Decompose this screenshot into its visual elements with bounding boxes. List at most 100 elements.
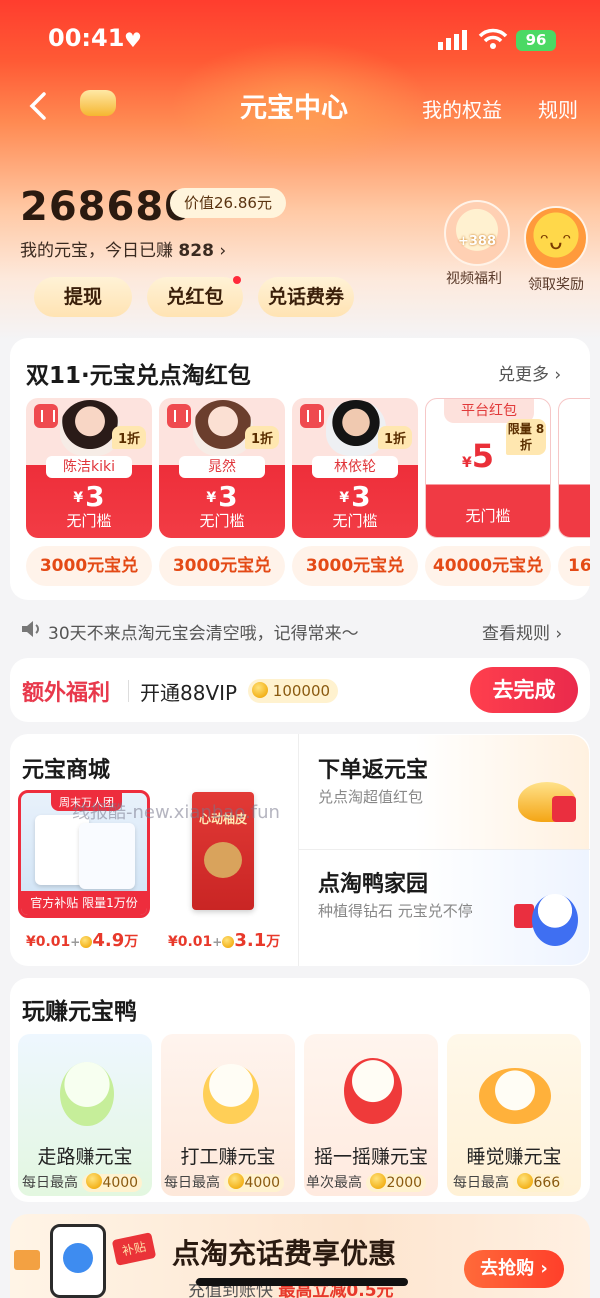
- mall-title[interactable]: 元宝商城: [22, 752, 110, 784]
- go-complete-button[interactable]: 去完成: [470, 667, 578, 713]
- coin-icon: [370, 1173, 387, 1189]
- packet-condition: 无门槛: [465, 507, 511, 525]
- smiley-coin-icon: ᵔᴗᵔ: [540, 230, 572, 255]
- coin-icon: [228, 1173, 245, 1189]
- extra-reward-badge: 100000: [248, 679, 339, 703]
- extra-reward-amount: 100000: [272, 682, 331, 700]
- coin-icon: [80, 936, 93, 948]
- redeem-redpacket-button[interactable]: 兑红包: [147, 276, 243, 317]
- redpacket-card-partial[interactable]: [558, 398, 590, 538]
- task-name: 打工赚元宝: [180, 1146, 276, 1168]
- chevron-right-icon: ›: [540, 1258, 548, 1279]
- redpacket-card[interactable]: 1折 陈洁kiki ¥3 无门槛: [26, 398, 152, 538]
- home-indicator[interactable]: [196, 1278, 408, 1286]
- subsidy-badge: 官方补贴 限量1万份: [21, 891, 147, 915]
- banner-title: 点淘充话费享优惠: [172, 1237, 397, 1270]
- speaker-icon: [20, 618, 42, 644]
- product-price: ¥0.01+ 3.1万: [168, 930, 281, 951]
- redpacket-card[interactable]: 1折 林依轮 ¥3 无门槛: [292, 398, 418, 538]
- currency-symbol: ¥: [206, 490, 217, 506]
- grab-deal-button[interactable]: 去抢购 ›: [464, 1250, 564, 1288]
- host-avatar: [193, 400, 253, 456]
- play-earn-title: 玩赚元宝鸭: [22, 999, 137, 1025]
- my-rights-link[interactable]: 我的权益: [422, 94, 502, 123]
- video-bonus-button[interactable]: +388: [444, 200, 510, 266]
- video-bonus-label: 视频福利: [446, 271, 502, 287]
- host-name: 晁然: [179, 456, 265, 478]
- task-reward: 每日最高 4000: [22, 1172, 143, 1192]
- battery-indicator: 96: [516, 30, 556, 51]
- price-yuan: ¥0.01: [26, 934, 71, 950]
- grab-deal-label: 去抢购: [480, 1258, 535, 1279]
- packet-condition: 无门槛: [66, 512, 112, 530]
- withdraw-button[interactable]: 提现: [34, 277, 132, 317]
- redeem-price-button-partial[interactable]: 16(: [558, 546, 590, 586]
- duck-home-subtitle: 种植得钻石 元宝兑不停: [318, 902, 473, 920]
- host-avatar: [326, 400, 386, 456]
- heart-icon: ♥: [124, 28, 142, 52]
- currency-symbol: ¥: [339, 490, 350, 506]
- extra-benefit-label: 额外福利: [22, 681, 111, 706]
- today-earned-amount: 828: [178, 241, 214, 261]
- ticket-icon: [14, 1250, 40, 1270]
- order-cashback-subtitle: 兑点淘超值红包: [318, 788, 424, 806]
- redeem-redpacket-label: 兑红包: [166, 286, 224, 308]
- rules-link[interactable]: 规则: [538, 94, 578, 123]
- order-cashback-title: 下单返元宝: [318, 758, 429, 783]
- currency-symbol: ¥: [73, 490, 84, 506]
- more-link-label: 兑更多: [498, 365, 549, 385]
- redeem-phone-voucher-button[interactable]: 兑话费券: [258, 277, 354, 317]
- live-stream-icon: [167, 404, 191, 428]
- claim-reward-button[interactable]: ᵔᴗᵔ: [524, 206, 588, 270]
- packet-amount: ¥3: [159, 480, 285, 513]
- price-unit: 万: [124, 934, 139, 950]
- product-image: [204, 842, 242, 878]
- coin-icon: [517, 1173, 534, 1189]
- notice-text: 30天不来点淘元宝会清空哦，记得常来～: [48, 624, 359, 644]
- gold-ingot-decoration-icon: [80, 90, 116, 116]
- today-earned-label: 我的元宝，今日已赚: [20, 241, 173, 261]
- live-stream-icon: [34, 404, 58, 428]
- redeem-price-button[interactable]: 3000元宝兑: [26, 546, 152, 586]
- coin-icon: [222, 936, 235, 948]
- signal-icon: [438, 30, 468, 54]
- more-link[interactable]: 兑更多 ›: [498, 360, 561, 385]
- back-button[interactable]: [24, 88, 54, 124]
- duck-mascot-icon: [344, 1058, 402, 1124]
- product-image: [79, 823, 135, 889]
- coin-balance: 268680: [20, 184, 193, 230]
- redpacket-section-title: 双11·元宝兑点淘红包: [26, 363, 251, 389]
- view-rules-link[interactable]: 查看规则 ›: [482, 619, 562, 644]
- price-coins: 4.9: [92, 930, 125, 951]
- task-reward: 单次最高 2000: [306, 1172, 427, 1192]
- view-rules-label: 查看规则: [482, 624, 550, 644]
- redpacket-card[interactable]: 1折 晁然 ¥3 无门槛: [159, 398, 285, 538]
- discount-tag: 1折: [244, 426, 279, 449]
- packet-amount-value: 3: [218, 480, 238, 513]
- task-name: 摇一摇赚元宝: [313, 1146, 428, 1168]
- chevron-right-icon: ›: [219, 241, 227, 261]
- phone-icon: [50, 1224, 106, 1298]
- task-reward: 每日最高 666: [453, 1172, 565, 1192]
- chevron-right-icon: ›: [555, 624, 563, 644]
- packet-condition: 无门槛: [332, 512, 378, 530]
- host-name: 林依轮: [312, 456, 398, 478]
- claim-reward-label: 领取奖励: [528, 277, 584, 293]
- coin-icon: [252, 682, 268, 698]
- today-earned-row[interactable]: 我的元宝，今日已赚 828 ›: [20, 236, 226, 261]
- price-unit: 万: [266, 934, 281, 950]
- currency-symbol: ¥: [461, 455, 472, 471]
- video-bonus-value: +388: [457, 234, 497, 249]
- duck-mascot-icon: [479, 1068, 551, 1124]
- notification-dot: [233, 276, 241, 284]
- value-badge: 价值26.86元: [170, 188, 286, 218]
- redeem-price-button[interactable]: 3000元宝兑: [159, 546, 285, 586]
- redeem-price-button[interactable]: 3000元宝兑: [292, 546, 418, 586]
- wifi-icon: [478, 28, 508, 54]
- price-yuan: ¥0.01: [168, 934, 213, 950]
- platform-redpacket-card[interactable]: 平台红包 ¥5 限量 8折 无门槛: [425, 398, 551, 538]
- discount-tag: 1折: [377, 426, 412, 449]
- redeem-price-button[interactable]: 40000元宝兑: [425, 546, 551, 586]
- duck-home-title: 点淘鸭家园: [318, 872, 429, 897]
- task-reward: 每日最高 4000: [164, 1172, 285, 1192]
